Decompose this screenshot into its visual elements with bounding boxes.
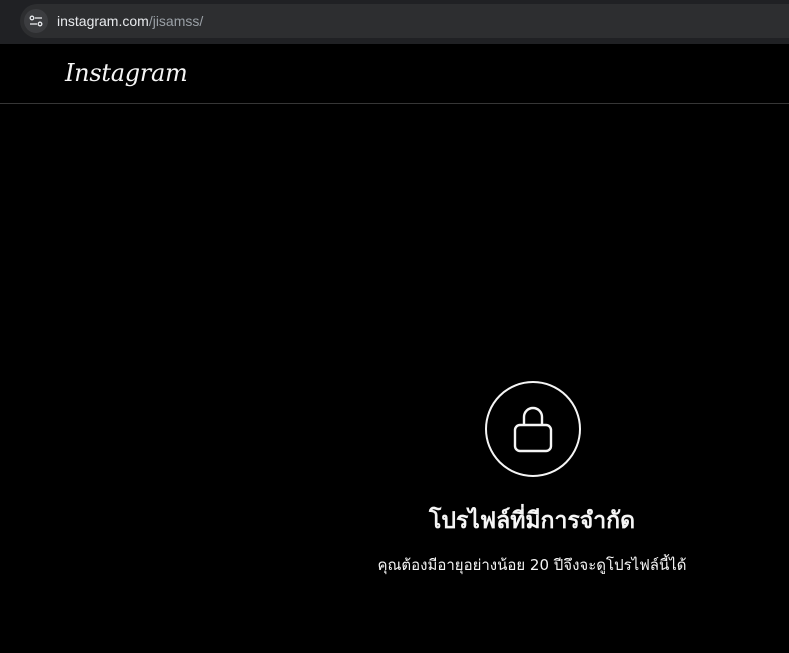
- url-path: /jisamss/: [148, 13, 204, 29]
- instagram-header: Instagram: [0, 44, 789, 104]
- browser-toolbar: instagram.com/jisamss/: [0, 0, 789, 44]
- lock-icon: [513, 406, 553, 453]
- site-info-button[interactable]: [24, 9, 48, 33]
- age-restriction-message: คุณต้องมีอายุอย่างน้อย 20 ปีจึงจะดูโปรไฟ…: [377, 556, 687, 574]
- lock-badge: [485, 381, 581, 477]
- address-bar[interactable]: instagram.com/jisamss/: [20, 4, 789, 38]
- url-text[interactable]: instagram.com/jisamss/: [57, 12, 203, 30]
- tune-icon: [29, 15, 43, 27]
- url-domain: instagram.com: [57, 13, 149, 29]
- instagram-logo[interactable]: Instagram: [65, 58, 188, 88]
- restricted-profile-title: โปรไฟล์ที่มีการจำกัด: [428, 508, 636, 534]
